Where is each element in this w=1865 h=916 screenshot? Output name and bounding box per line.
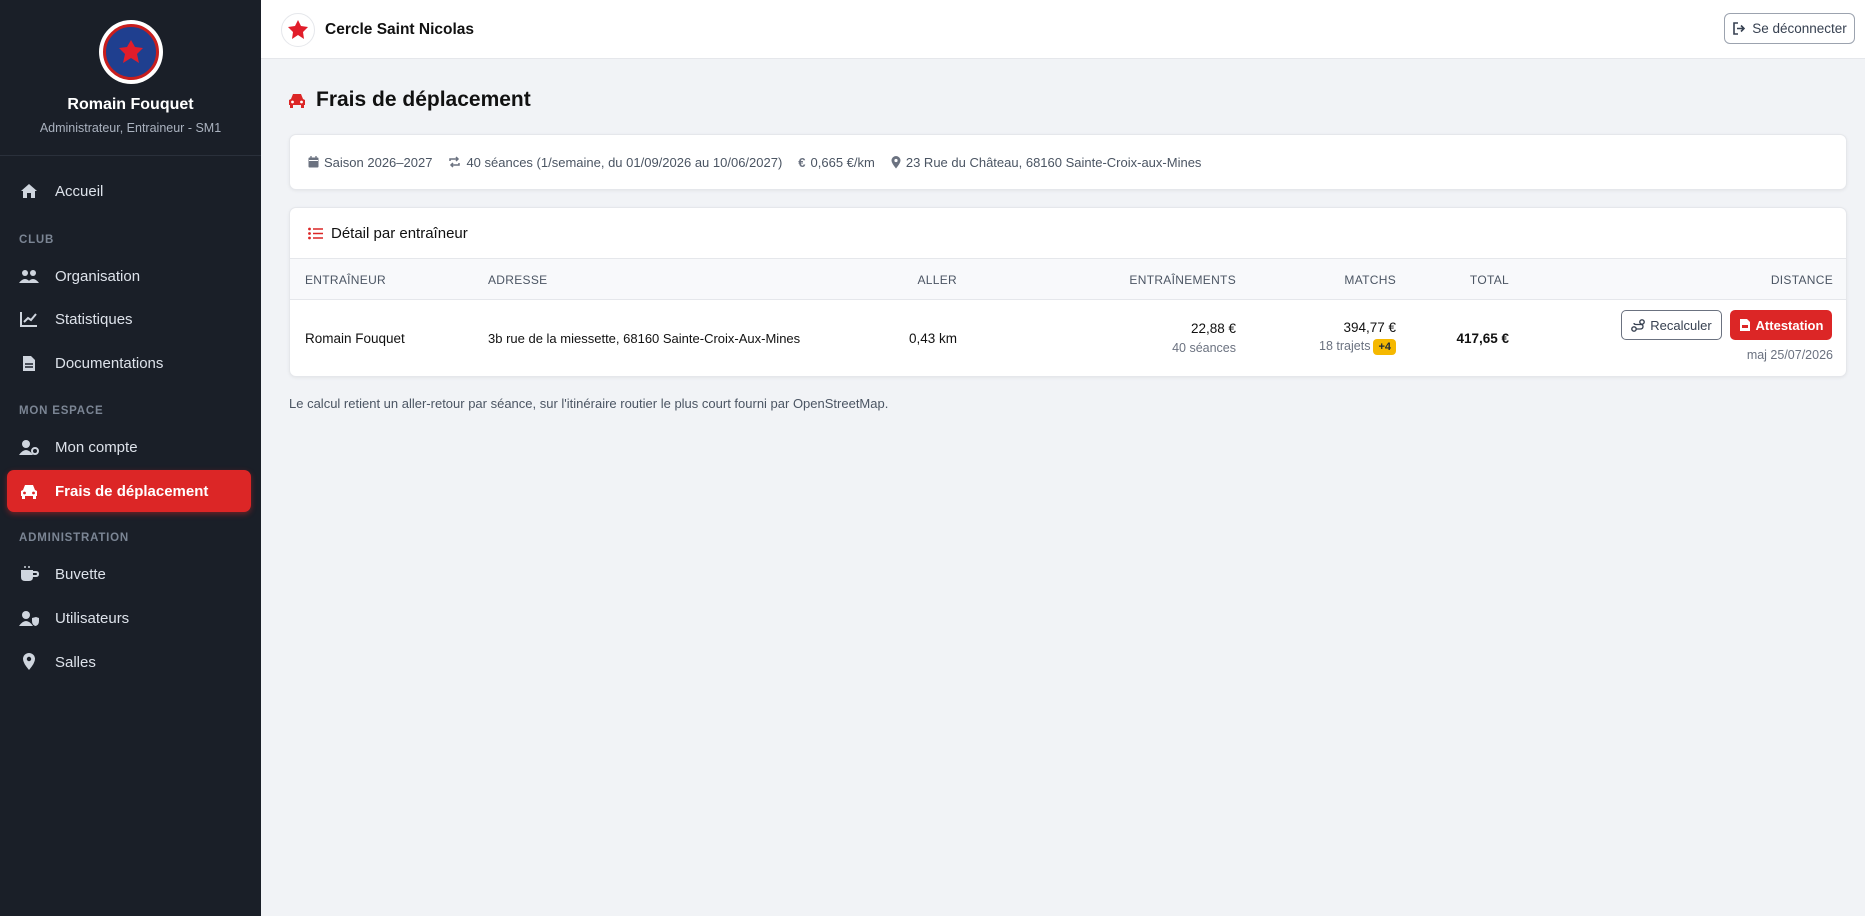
profile-name: Romain Fouquet <box>67 96 194 113</box>
car-icon <box>288 93 306 108</box>
file-icon <box>19 353 39 373</box>
sidebar-item-label: Documentations <box>55 354 164 372</box>
sidebar-item-label: Statistiques <box>55 310 133 328</box>
season-text: Saison 2026–2027 <box>324 154 433 170</box>
nav-section-administration: ADMINISTRATION <box>19 532 130 544</box>
users-icon <box>19 266 39 286</box>
calculation-footnote: Le calcul retient un aller-retour par sé… <box>289 396 889 411</box>
car-icon <box>19 481 39 501</box>
logout-label: Se déconnecter <box>1752 21 1847 36</box>
sidebar-item-label: Salles <box>55 653 96 671</box>
column-address: Adresse <box>488 273 548 287</box>
sidebar-item-organisation[interactable]: Organisation <box>7 255 251 297</box>
sidebar-item-buvette[interactable]: Buvette <box>7 553 251 595</box>
sidebar-item-mon-compte[interactable]: Mon compte <box>7 426 251 468</box>
column-coach: Entraîneur <box>305 273 387 287</box>
updated-date: maj 25/07/2026 <box>1746 348 1833 362</box>
sidebar-item-utilisateurs[interactable]: Utilisateurs <box>7 597 251 639</box>
matchs-cell: 394,77 € 18 trajets +4 <box>1319 320 1396 355</box>
matchs-amount: 394,77 € <box>1343 320 1396 335</box>
total-amount: 417,65 € <box>1456 331 1509 346</box>
user-gear-icon <box>19 437 39 457</box>
list-icon <box>308 227 323 239</box>
column-aller: Aller <box>917 273 957 287</box>
sidebar-item-salles[interactable]: Salles <box>7 641 251 683</box>
detail-title: Détail par entraîneur <box>331 224 468 242</box>
sidebar-item-frais[interactable]: Frais de déplacement <box>7 470 251 512</box>
sidebar-item-label: Organisation <box>55 267 141 285</box>
topbar: Cercle Saint Nicolas Se déconnecter <box>261 0 1865 59</box>
user-shield-icon <box>19 608 39 628</box>
table-row: Romain Fouquet 3b rue de la miessette, 6… <box>290 300 1846 376</box>
file-pdf-icon <box>1739 319 1750 331</box>
rate-info: € 0,665 €/km <box>798 155 875 170</box>
coffee-icon <box>19 564 39 584</box>
coach-address: 3b rue de la miessette, 68160 Sainte-Cro… <box>488 331 801 346</box>
sidebar-item-documentations[interactable]: Documentations <box>7 342 251 384</box>
home-icon <box>19 181 39 201</box>
recalculate-button[interactable]: Recalculer <box>1621 310 1722 340</box>
map-pin-icon <box>19 652 39 672</box>
aller-distance: 0,43 km <box>908 331 957 346</box>
column-trainings: Entraînements <box>1129 273 1236 287</box>
season-info: Saison 2026–2027 <box>308 155 432 170</box>
sessions-text: 40 séances (1/semaine, du 01/09/2026 au … <box>466 154 783 170</box>
nav-section-mon-espace: MON ESPACE <box>19 405 104 417</box>
trainings-count: 40 séances <box>1172 341 1236 355</box>
coach-name: Romain Fouquet <box>305 331 405 346</box>
club-logo-avatar <box>98 20 163 84</box>
club-name: Cercle Saint Nicolas <box>325 21 475 38</box>
sidebar: Romain Fouquet Administrateur, Entraineu… <box>0 0 261 916</box>
detail-header: Détail par entraîneur <box>290 208 1846 259</box>
column-total: Total <box>1469 273 1509 287</box>
column-matchs: Matchs <box>1344 273 1396 287</box>
sidebar-item-label: Frais de déplacement <box>55 482 209 500</box>
profile-role: Administrateur, Entraineur - SM1 <box>39 121 222 135</box>
sidebar-item-label: Utilisateurs <box>55 609 130 627</box>
attestation-button[interactable]: Attestation <box>1730 310 1832 340</box>
coach-detail-card: Détail par entraîneur Entraîneur Adresse… <box>289 207 1847 377</box>
club-logo <box>281 13 315 47</box>
matchs-extra-badge: +4 <box>1373 339 1396 355</box>
address-text: 23 Rue du Château, 68160 Sainte-Croix-au… <box>905 154 1202 170</box>
brand[interactable]: Cercle Saint Nicolas <box>281 13 474 47</box>
repeat-icon <box>449 156 461 168</box>
map-pin-icon <box>891 155 901 168</box>
address-info: 23 Rue du Château, 68160 Sainte-Croix-au… <box>891 154 1202 170</box>
sign-out-icon <box>1733 22 1746 35</box>
matchs-trips: 18 trajets <box>1319 339 1371 353</box>
recalculate-label: Recalculer <box>1650 317 1712 333</box>
sidebar-item-label: Buvette <box>55 565 106 583</box>
sessions-info: 40 séances (1/semaine, du 01/09/2026 au … <box>448 155 782 170</box>
trainings-amount: 22,88 € <box>1190 321 1236 336</box>
calendar-icon <box>308 156 319 168</box>
page-title-text: Frais de déplacement <box>316 88 531 111</box>
column-distance: Distance <box>1770 273 1833 287</box>
euro-icon: € <box>798 154 806 170</box>
route-icon <box>1631 318 1646 332</box>
chart-icon <box>19 309 39 329</box>
sidebar-item-label: Accueil <box>55 182 104 200</box>
season-info-card: Saison 2026–2027 40 séances (1/semaine, … <box>289 134 1847 190</box>
sidebar-item-label: Mon compte <box>55 438 138 456</box>
profile-block: Romain Fouquet Administrateur, Entraineu… <box>0 0 261 156</box>
rate-text: 0,665 €/km <box>810 154 875 170</box>
logout-button[interactable]: Se déconnecter <box>1724 13 1855 44</box>
sidebar-item-statistiques[interactable]: Statistiques <box>7 298 251 340</box>
nav-section-club: CLUB <box>19 234 55 246</box>
table-header: Entraîneur Adresse Aller Entraînements M… <box>290 259 1846 300</box>
sidebar-item-accueil[interactable]: Accueil <box>7 170 251 212</box>
trainings-cell: 22,88 € 40 séances <box>1172 321 1236 355</box>
page-title: Frais de déplacement <box>288 88 531 112</box>
attestation-label: Attestation <box>1755 317 1824 333</box>
